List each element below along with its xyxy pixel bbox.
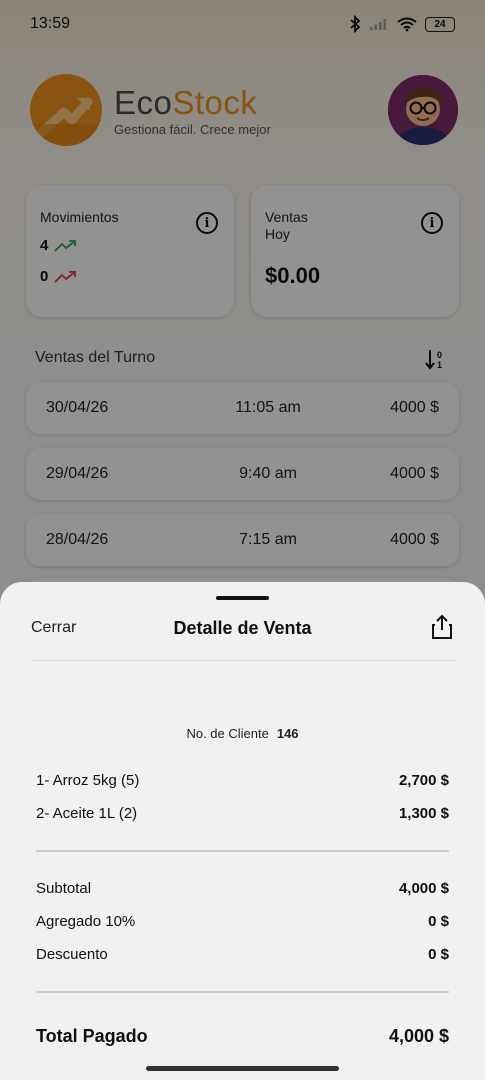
item-amount: 1,300 $ [398, 805, 449, 822]
surcharge-amount: 0 $ [428, 913, 449, 930]
item-label: 2- Aceite 1L (2) [36, 805, 138, 822]
sheet-drag-handle[interactable] [216, 596, 269, 600]
client-number: No. de Cliente 146 [0, 726, 485, 741]
item-line: 1- Arroz 5kg (5) 2,700 $ [36, 772, 449, 789]
surcharge-label: Agregado 10% [36, 913, 136, 930]
item-amount: 2,700 $ [398, 772, 449, 789]
surcharge-line: Agregado 10% 0 $ [36, 913, 449, 930]
sheet-title: Detalle de Venta [173, 618, 312, 638]
item-line: 2- Aceite 1L (2) 1,300 $ [36, 805, 449, 822]
item-label: 1- Arroz 5kg (5) [36, 772, 140, 789]
items-divider [36, 850, 449, 852]
total-line: Total Pagado 4,000 $ [36, 1026, 449, 1047]
subtotal-label: Subtotal [36, 880, 92, 897]
client-number-value: 146 [276, 726, 299, 741]
client-label: No. de Cliente [186, 726, 269, 741]
discount-line: Descuento 0 $ [36, 946, 449, 963]
discount-label: Descuento [36, 946, 108, 963]
sale-detail-sheet: Cerrar Detalle de Venta No. de Cliente 14… [0, 582, 485, 1080]
discount-amount: 0 $ [428, 946, 449, 963]
subtotal-amount: 4,000 $ [398, 880, 449, 897]
total-amount: 4,000 $ [388, 1026, 449, 1046]
sheet-header-divider [31, 660, 455, 661]
total-label: Total Pagado [36, 1026, 148, 1046]
share-icon[interactable] [430, 614, 454, 640]
subtotal-line: Subtotal 4,000 $ [36, 880, 449, 897]
home-indicator[interactable] [146, 1066, 339, 1071]
totals-divider [36, 991, 449, 993]
